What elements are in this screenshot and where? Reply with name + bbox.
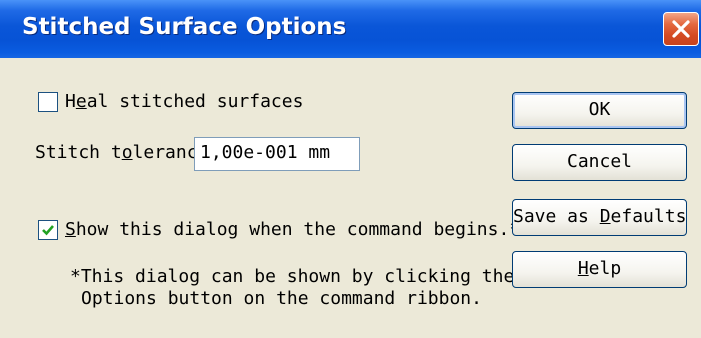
dialog-body: Heal stitched surfaces Stitch tolerance … [0,58,701,338]
heal-stitched-surfaces-label[interactable]: Heal stitched surfaces [65,92,303,112]
title-bar[interactable]: Stitched Surface Options [0,0,701,58]
heal-stitched-surfaces-checkbox[interactable] [38,92,58,112]
close-button[interactable] [663,12,699,46]
close-icon [672,20,690,38]
show-dialog-checkbox[interactable] [38,220,58,240]
stitched-surface-options-dialog: Stitched Surface Options Heal stitched s… [0,0,701,338]
checkmark-icon [42,225,54,236]
help-button[interactable]: Help [512,251,687,288]
dialog-title: Stitched Surface Options [22,14,347,40]
options-note-line-1: *This dialog can be shown by clicking th… [70,266,515,287]
stitch-tolerance-input[interactable]: 1,00e-001 mm [194,137,360,171]
ok-button[interactable]: OK [512,92,687,129]
save-as-defaults-button[interactable]: Save as Defaults [512,199,687,236]
show-dialog-label[interactable]: Show this dialog when the command begins… [65,220,520,240]
cancel-button[interactable]: Cancel [512,144,687,181]
options-note-line-2: Options button on the command ribbon. [81,288,482,309]
